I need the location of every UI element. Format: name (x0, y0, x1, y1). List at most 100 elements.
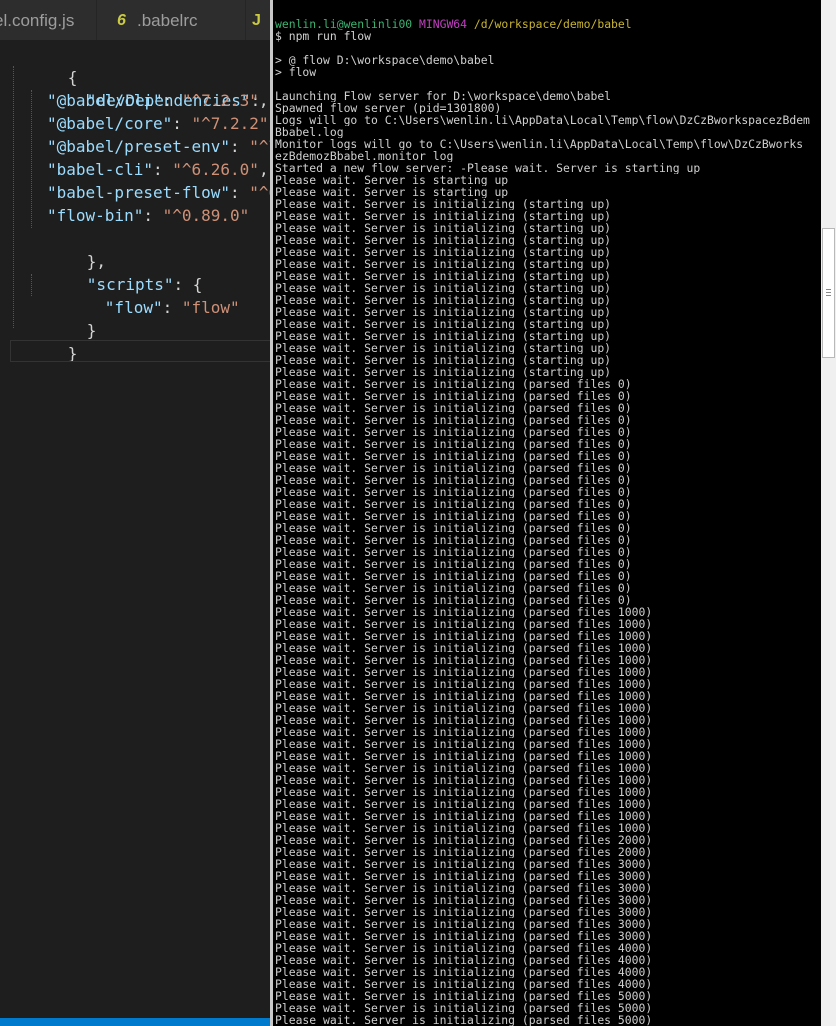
terminal-status-line: Please wait. Server is initializing (par… (275, 438, 632, 450)
terminal-status-line: Please wait. Server is initializing (par… (275, 942, 653, 954)
json-key: "flow-bin" (47, 206, 144, 225)
terminal-status-line: Please wait. Server is initializing (par… (275, 606, 653, 618)
babelrc-file-icon: 6 (117, 12, 126, 29)
terminal-status-line: Please wait. Server is initializing (par… (275, 870, 653, 882)
code-line: "babel-cli": "^6.26.0", (47, 160, 269, 179)
terminal-status-line: Please wait. Server is initializing (par… (275, 786, 653, 798)
terminal-status-line: Please wait. Server is initializing (sta… (275, 234, 612, 246)
current-line-highlight (10, 340, 270, 362)
json-key: "@babel/cli" (47, 91, 163, 110)
status-bar (0, 1018, 270, 1026)
terminal-status-line: Please wait. Server is initializing (par… (275, 882, 653, 894)
code-line: } (67, 344, 78, 363)
terminal-status-line: Please wait. Server is initializing (par… (275, 510, 632, 522)
code-line: "flow-bin": "^0.89.0" (47, 206, 250, 225)
terminal-line: Please wait. Server is starting up (275, 174, 509, 186)
terminal-status-line: Please wait. Server is initializing (par… (275, 546, 632, 558)
json-string: "^6.26.0" (172, 160, 259, 179)
terminal-status-line: Please wait. Server is initializing (par… (275, 702, 653, 714)
tab-js-file[interactable]: J (246, 0, 270, 40)
tab-label: el.config.js (0, 11, 75, 30)
code-line: { (67, 68, 78, 87)
terminal-status-line: Please wait. Server is initializing (par… (275, 966, 653, 978)
terminal-status-line: Please wait. Server is initializing (par… (275, 390, 632, 402)
terminal-status-line: Please wait. Server is initializing (par… (275, 1002, 653, 1014)
terminal-line: Logs will go to C:\Users\wenlin.li\AppDa… (275, 114, 810, 126)
terminal-line: ezBdemozBbabel.monitor_log (275, 150, 454, 162)
code-line: "@babel/cli": "^7.2.3", (47, 91, 269, 110)
terminal-status-line: Please wait. Server is initializing (par… (275, 1014, 653, 1026)
terminal-status-line: Please wait. Server is initializing (par… (275, 810, 653, 822)
code-line: "flow": "flow" (104, 298, 240, 317)
terminal-status-line: Please wait. Server is initializing (par… (275, 990, 653, 1002)
terminal-status-line: Please wait. Server is initializing (par… (275, 486, 632, 498)
code-line: "@babel/core": "^7.2.2", (47, 114, 270, 133)
terminal-status-line: Please wait. Server is initializing (sta… (275, 330, 612, 342)
json-key: "@babel/preset-env" (47, 137, 231, 156)
terminal-status-line: Please wait. Server is initializing (par… (275, 378, 632, 390)
code-editor[interactable]: el.config.js 6 .babelrc J { "devDependen… (0, 0, 270, 1026)
code-line: "scripts": { (86, 275, 203, 294)
code-line: "@babel/preset-env": "^7 (47, 135, 270, 158)
terminal-status-line: Please wait. Server is initializing (par… (275, 582, 632, 594)
terminal-line: > flow (275, 66, 317, 78)
code-area[interactable]: { "devDependencies": { "@babel/cli": "^7… (0, 40, 270, 1026)
terminal-status-line: Please wait. Server is initializing (par… (275, 774, 653, 786)
json-key: "babel-preset-flow" (47, 183, 231, 202)
terminal-status-line: Please wait. Server is initializing (par… (275, 930, 653, 942)
terminal-status-line: Please wait. Server is initializing (par… (275, 678, 653, 690)
terminal-status-line: Please wait. Server is initializing (sta… (275, 270, 612, 282)
json-key: "flow" (104, 298, 163, 317)
code-line: }, (86, 252, 107, 271)
terminal-status-line: Please wait. Server is initializing (par… (275, 690, 653, 702)
json-string: "^7 (249, 137, 270, 156)
terminal-status-line: Please wait. Server is initializing (par… (275, 858, 653, 870)
terminal-line: > @ flow D:\workspace\demo\babel (275, 54, 495, 66)
terminal-status-line: Please wait. Server is initializing (par… (275, 522, 632, 534)
terminal-status-line: Please wait. Server is initializing (par… (275, 570, 632, 582)
terminal-status-line: Please wait. Server is initializing (sta… (275, 354, 612, 366)
terminal-status-line: Please wait. Server is initializing (sta… (275, 246, 612, 258)
terminal-status-line: Please wait. Server is initializing (par… (275, 762, 653, 774)
code-line: } (86, 321, 97, 340)
terminal-prompt-line: wenlin.li@wenlinli00 MINGW64 /d/workspac… (275, 18, 823, 30)
terminal-line: Spawned flow server (pid=1301800) (275, 102, 502, 114)
terminal-output: wenlin.li@wenlinli00 MINGW64 /d/workspac… (275, 18, 823, 1026)
prompt-user: wenlin.li@wenlinli00 (275, 18, 413, 30)
terminal-status-line: Please wait. Server is initializing (par… (275, 978, 653, 990)
terminal-command: $ npm run flow (275, 30, 372, 42)
tab-babel-config[interactable]: el.config.js (0, 0, 97, 40)
terminal-status-line: Please wait. Server is initializing (sta… (275, 258, 612, 270)
terminal-status-line: Please wait. Server is initializing (par… (275, 750, 653, 762)
terminal-line: Monitor logs will go to C:\Users\wenlin.… (275, 138, 804, 150)
tab-babelrc[interactable]: 6 .babelrc (97, 0, 246, 40)
terminal-status-line: Please wait. Server is initializing (par… (275, 534, 632, 546)
terminal-scrollbar[interactable] (821, 0, 836, 1026)
terminal-status-line: Please wait. Server is initializing (par… (275, 798, 653, 810)
terminal-status-line: Please wait. Server is initializing (sta… (275, 282, 612, 294)
json-string: "^6 (249, 183, 270, 202)
terminal-status-line: Please wait. Server is initializing (par… (275, 654, 653, 666)
terminal-line: Started a new flow server: -Please wait.… (275, 162, 701, 174)
code-line: "devDependencies": { (86, 91, 270, 110)
json-string: "^7.2.2" (191, 114, 269, 133)
terminal-status-line: Please wait. Server is initializing (sta… (275, 294, 612, 306)
terminal-line: Please wait. Server is starting up (275, 186, 509, 198)
terminal-status-line: Please wait. Server is initializing (par… (275, 618, 653, 630)
terminal-status-line: Please wait. Server is initializing (par… (275, 822, 653, 834)
js-file-icon: J (252, 12, 261, 29)
terminal-status-line: Please wait. Server is initializing (par… (275, 954, 653, 966)
terminal-status-line: Please wait. Server is initializing (par… (275, 474, 632, 486)
terminal-status-line: Please wait. Server is initializing (par… (275, 426, 632, 438)
terminal-status-line: Please wait. Server is initializing (par… (275, 558, 632, 570)
terminal-status-line: Please wait. Server is initializing (par… (275, 906, 653, 918)
scrollbar-thumb[interactable] (822, 228, 835, 358)
terminal-line: Bbabel.log (275, 126, 344, 138)
terminal-status-line: Please wait. Server is initializing (par… (275, 726, 653, 738)
terminal-status-line: Please wait. Server is initializing (par… (275, 402, 632, 414)
terminal-status-line: Please wait. Server is initializing (par… (275, 714, 653, 726)
terminal-status-line: Please wait. Server is initializing (par… (275, 846, 653, 858)
terminal-window[interactable]: wenlin.li@wenlinli00 MINGW64 /d/workspac… (270, 0, 836, 1026)
